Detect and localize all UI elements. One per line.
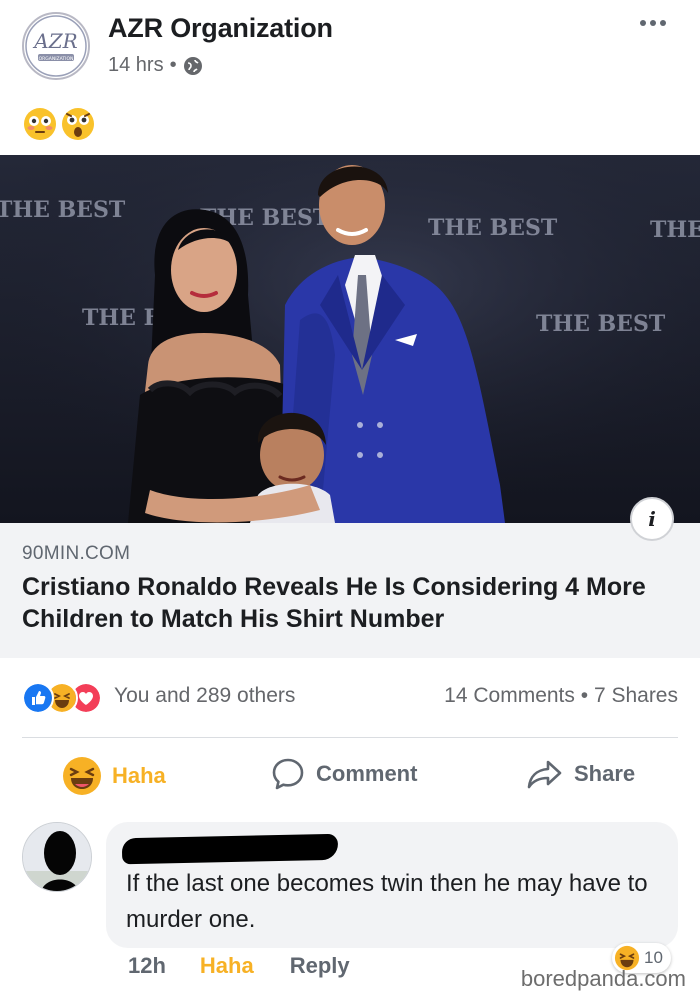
shares-count[interactable]: 7 Shares xyxy=(594,684,678,707)
comment-label: Comment xyxy=(316,761,418,786)
redacted-commenter-name xyxy=(121,833,339,865)
more-dot-icon xyxy=(660,20,666,26)
logo-subtext: ORGANIZATION xyxy=(39,56,74,62)
commenter-avatar[interactable] xyxy=(22,822,92,892)
photo-illustration: THE BEST THE BEST THE BEST THE BEST THE … xyxy=(0,155,700,523)
divider xyxy=(22,737,678,738)
globe-icon xyxy=(183,56,202,75)
reaction-icons[interactable] xyxy=(22,682,112,714)
comment-bubble: If the last one becomes twin then he may… xyxy=(106,822,678,948)
more-dot-icon xyxy=(650,20,656,26)
counts-separator: • xyxy=(580,684,589,707)
meta-separator: • xyxy=(169,54,177,76)
backdrop-text: THE BEST xyxy=(0,197,126,223)
comment-reaction-count: 10 xyxy=(644,948,663,967)
post-actions: Haha Comment Share xyxy=(0,748,700,806)
comment-button[interactable]: Comment xyxy=(270,756,417,792)
astonished-face-emoji xyxy=(62,108,94,140)
comment-time[interactable]: 12h xyxy=(128,953,166,979)
haha-button[interactable]: Haha xyxy=(62,756,166,796)
haha-label: Haha xyxy=(112,763,166,788)
share-icon xyxy=(527,760,562,789)
reactions-text[interactable]: You and 289 others xyxy=(114,684,295,708)
haha-icon xyxy=(63,757,101,795)
comment-reply-button[interactable]: Reply xyxy=(290,953,350,979)
reactions-summary: You and 289 others 14 Comments • 7 Share… xyxy=(22,678,678,714)
link-title: Cristiano Ronaldo Reveals He Is Consider… xyxy=(22,573,646,633)
like-icon xyxy=(22,682,54,714)
backdrop-text: THE BEST xyxy=(650,217,700,243)
comment-haha-button[interactable]: Haha xyxy=(200,953,254,979)
backdrop-text: THE BEST xyxy=(536,311,666,337)
comments-count[interactable]: 14 Comments xyxy=(444,684,575,707)
watermark: boredpanda.com xyxy=(520,966,686,991)
comment-icon xyxy=(272,758,304,790)
engagement-counts: 14 Comments • 7 Shares xyxy=(444,684,678,708)
backdrop-text: THE BEST xyxy=(428,215,558,241)
share-button[interactable]: Share xyxy=(526,756,635,792)
post-photo[interactable]: THE BEST THE BEST THE BEST THE BEST THE … xyxy=(0,155,700,523)
share-label: Share xyxy=(574,761,636,786)
avatar-silhouette-icon xyxy=(23,823,91,891)
comment-text: If the last one becomes twin then he may… xyxy=(126,870,648,933)
page-avatar[interactable]: AZR ORGANIZATION xyxy=(22,12,90,80)
info-button[interactable]: i xyxy=(630,497,674,541)
link-preview[interactable]: 90MIN.COM Cristiano Ronaldo Reveals He I… xyxy=(0,523,700,658)
post-time[interactable]: 14 hrs xyxy=(108,54,164,77)
post-header: AZR ORGANIZATION AZR Organization 14 hrs… xyxy=(0,0,700,100)
flushed-face-emoji xyxy=(24,108,56,140)
post-meta: 14 hrs • xyxy=(108,54,203,77)
post-caption xyxy=(22,106,96,142)
more-dot-icon xyxy=(640,20,646,26)
link-domain: 90MIN.COM xyxy=(22,543,131,564)
azr-logo-icon: AZR ORGANIZATION xyxy=(25,15,87,77)
comment-meta: 12h Haha Reply xyxy=(128,953,350,979)
page-name[interactable]: AZR Organization xyxy=(108,13,333,44)
logo-text: AZR xyxy=(32,29,77,53)
more-options-button[interactable] xyxy=(638,16,668,30)
